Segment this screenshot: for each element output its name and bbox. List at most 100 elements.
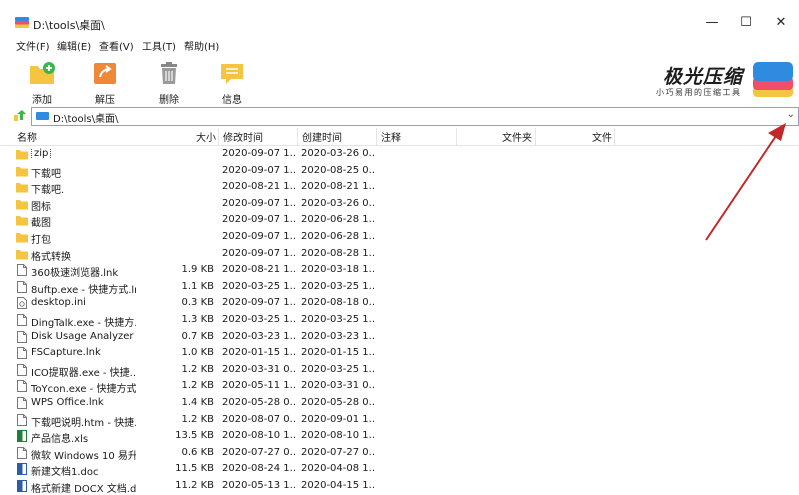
window-title: D:\tools\桌面\ (33, 19, 105, 32)
address-bar: D:\tools\桌面\ ⌄ (0, 106, 799, 126)
info-button[interactable]: 信息 (210, 60, 254, 106)
file-name: 新建文档1.doc (31, 467, 99, 479)
file-created: 2020-03-23 1... (301, 330, 375, 342)
column-separator[interactable] (376, 128, 377, 145)
delete-button[interactable]: 删除 (147, 60, 191, 106)
file-size: 1.2 KB (181, 380, 215, 392)
file-size: 1.0 KB (181, 347, 215, 359)
menu-view[interactable]: 查看(V) (99, 38, 134, 53)
file-modified: 2020-08-24 1... (222, 463, 296, 475)
table-row[interactable]: Disk Usage Analyzer ... 0.7 KB 2020-03-23 … (0, 329, 799, 346)
brand-name: 极光压缩 (663, 66, 744, 88)
file-modified: 2020-09-07 1... (222, 214, 296, 226)
file-name: 截图 (31, 218, 51, 230)
file-size: 1.2 KB (181, 363, 215, 375)
chevron-down-icon[interactable]: ⌄ (787, 109, 795, 120)
file-created: 2020-08-18 0... (301, 297, 375, 309)
file-name: 下载吧说明.htm - 快捷... (31, 417, 136, 429)
file-size: 13.5 KB (175, 430, 214, 442)
file-list: zip 2020-09-07 1... 2020-03-26 0... 下载吧 2020… (0, 146, 799, 495)
table-row[interactable]: 8uftp.exe - 快捷方式.lnk 1.1 KB 2020-03-25 1..… (0, 279, 799, 296)
info-icon (221, 64, 243, 84)
file-icon (17, 380, 27, 393)
column-created[interactable]: 创建时间 (302, 129, 342, 144)
folder-icon (16, 216, 28, 226)
file-created: 2020-06-28 1... (301, 230, 375, 242)
add-label: 添加 (32, 95, 52, 106)
document-icon (17, 463, 27, 476)
menu-edit[interactable]: 编辑(E) (57, 38, 91, 53)
file-created: 2020-03-26 0... (301, 197, 375, 209)
table-row[interactable]: 格式新建 DOCX 文档.d... 11.2 KB 2020-05-13 1... 2… (0, 478, 799, 495)
table-row[interactable]: 微软 Windows 10 易升... 0.6 KB 2020-07-27 0...… (0, 445, 799, 462)
folder-icon (16, 166, 28, 177)
file-name: desktop.ini (31, 297, 86, 309)
file-modified: 2020-09-07 1... (222, 164, 296, 176)
brand-stack-icon (753, 62, 793, 97)
menu-tools[interactable]: 工具(T) (142, 38, 176, 53)
table-row[interactable]: 下载吧 2020-09-07 1... 2020-08-25 0... (0, 163, 799, 180)
file-created: 2020-03-25 1... (301, 280, 375, 292)
table-row[interactable]: 360极速浏览器.lnk 1.9 KB 2020-08-21 1... 2020-03… (0, 262, 799, 279)
file-modified: 2020-09-07 1... (222, 247, 296, 259)
file-icon (17, 330, 27, 343)
file-modified: 2020-01-15 1... (222, 347, 296, 359)
table-row[interactable]: desktop.ini 0.3 KB 2020-09-07 1... 2020-08-… (0, 295, 799, 312)
maximize-button[interactable]: ☐ (731, 12, 761, 34)
extract-button[interactable]: 解压 (83, 60, 127, 106)
column-separator[interactable] (614, 128, 615, 145)
file-modified: 2020-09-07 1... (222, 148, 296, 159)
table-row[interactable]: ICO提取器.exe - 快捷... 1.2 KB 2020-03-31 0... 2… (0, 362, 799, 379)
column-header: 名称 大小 修改时间 创建时间 注释 文件夹 文件 (0, 128, 799, 146)
table-row[interactable]: 截图 2020-09-07 1... 2020-06-28 1... (0, 212, 799, 229)
column-comment[interactable]: 注释 (381, 129, 401, 144)
folder-icon (16, 199, 28, 210)
menu-file[interactable]: 文件(F) (16, 38, 50, 53)
add-button[interactable]: 添加 (20, 60, 64, 106)
file-icon (17, 264, 27, 277)
column-separator[interactable] (297, 128, 298, 145)
table-row[interactable]: 新建文档1.doc 11.5 KB 2020-08-24 1... 2020-04-0… (0, 461, 799, 478)
file-created: 2020-03-25 1... (301, 313, 375, 325)
column-modified[interactable]: 修改时间 (223, 129, 263, 144)
table-row[interactable]: 下载吧说明.htm - 快捷... 1.2 KB 2020-08-07 0... 20… (0, 412, 799, 429)
app-icon (15, 17, 29, 28)
file-name: 8uftp.exe - 快捷方式.lnk (31, 284, 136, 296)
file-size: 0.6 KB (181, 446, 215, 458)
minimize-button[interactable]: — (697, 12, 727, 34)
file-name: 下载吧. (31, 185, 65, 197)
file-name: 打包 (31, 234, 51, 246)
table-row[interactable]: 下载吧. 2020-08-21 1... 2020-08-21 1... (0, 179, 799, 196)
table-row[interactable]: ToYcon.exe - 快捷方式... 1.2 KB 2020-05-11 1..… (0, 378, 799, 395)
settings-file-icon (17, 297, 27, 310)
file-size: 1.1 KB (181, 280, 215, 292)
info-label: 信息 (222, 95, 242, 106)
table-row[interactable]: FSCapture.lnk 1.0 KB 2020-01-15 1... 2020-0… (0, 345, 799, 362)
column-name[interactable]: 名称 (17, 129, 37, 144)
table-row[interactable]: 产品信息.xls 13.5 KB 2020-08-10 1... 2020-08-10… (0, 428, 799, 445)
menu-help[interactable]: 帮助(H) (184, 38, 219, 53)
file-name: 下载吧 (31, 168, 61, 180)
file-size: 0.3 KB (181, 297, 215, 309)
table-row[interactable]: WPS Office.lnk 1.4 KB 2020-05-28 0... 2020-… (0, 395, 799, 412)
column-file[interactable]: 文件 (592, 129, 612, 144)
file-modified: 2020-05-13 1... (222, 479, 296, 491)
table-row[interactable]: zip 2020-09-07 1... 2020-03-26 0... (0, 146, 799, 163)
file-modified: 2020-03-31 0... (222, 363, 296, 375)
folder-icon (16, 150, 28, 160)
title-bar: D:\tools\桌面\ — ☐ ✕ (0, 0, 799, 34)
column-folder[interactable]: 文件夹 (502, 129, 532, 144)
table-row[interactable]: DingTalk.exe - 快捷方... 1.3 KB 2020-03-25 1.… (0, 312, 799, 329)
column-separator[interactable] (218, 128, 219, 145)
column-separator[interactable] (456, 128, 457, 145)
file-modified: 2020-09-07 1... (222, 197, 296, 209)
close-button[interactable]: ✕ (766, 12, 796, 34)
column-size[interactable]: 大小 (196, 129, 216, 144)
file-created: 2020-05-28 0... (301, 396, 375, 408)
table-row[interactable]: 图标 2020-09-07 1... 2020-03-26 0... (0, 196, 799, 213)
path-input[interactable]: D:\tools\桌面\ ⌄ (31, 107, 799, 126)
table-row[interactable]: 格式转换 2020-09-07 1... 2020-08-28 1... (0, 246, 799, 263)
table-row[interactable]: 打包 2020-09-07 1... 2020-06-28 1... (0, 229, 799, 246)
up-folder-icon[interactable] (13, 109, 26, 122)
column-separator[interactable] (535, 128, 536, 145)
